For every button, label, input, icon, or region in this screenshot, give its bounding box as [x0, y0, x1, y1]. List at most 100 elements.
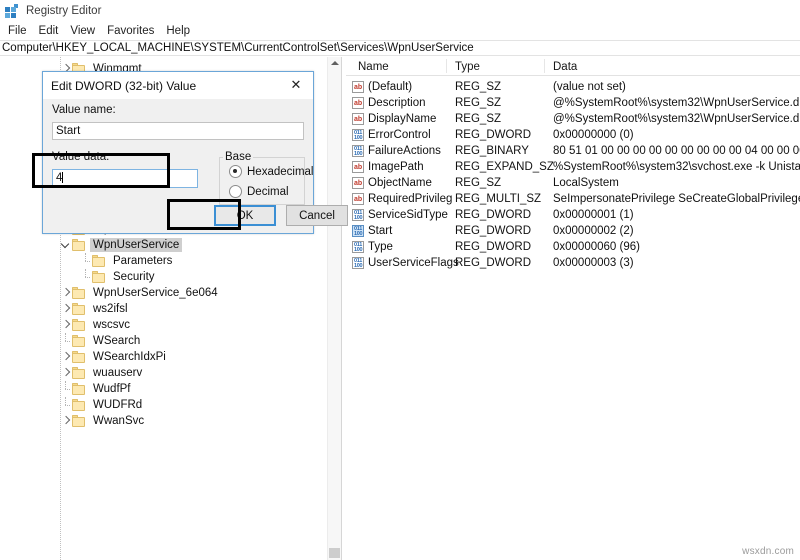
- folder-icon: [72, 399, 86, 411]
- tree-item-label: WSearch: [93, 335, 141, 347]
- menu-bar: File Edit View Favorites Help: [0, 22, 800, 39]
- binary-value-icon: 011 100: [352, 129, 364, 141]
- folder-icon: [72, 303, 86, 315]
- value-row[interactable]: 011 100 FailureActions REG_BINARY 80 51 01 0…: [346, 143, 800, 159]
- registry-path: Computer\HKEY_LOCAL_MACHINE\SYSTEM\Curre…: [2, 42, 474, 54]
- menu-item-help[interactable]: Help: [160, 24, 196, 38]
- binary-value-icon: 011 100: [352, 225, 364, 237]
- tree-item-ws2ifsl[interactable]: ws2ifsl: [60, 301, 131, 317]
- value-row[interactable]: 011 100 Start REG_DWORD 0x00000002 (2): [346, 223, 800, 239]
- menu-item-file[interactable]: File: [2, 24, 33, 38]
- tree-leaf-connector-icon: [80, 253, 92, 269]
- value-data: @%SystemRoot%\system32\WpnUserService.dl…: [553, 97, 800, 109]
- scroll-up-arrow-icon[interactable]: [331, 61, 339, 65]
- radio-decimal-label: Decimal: [247, 185, 289, 198]
- tree-item-wpnuserservice-6e064[interactable]: WpnUserService_6e064: [60, 285, 221, 301]
- menu-item-favorites[interactable]: Favorites: [101, 24, 160, 38]
- value-type: REG_DWORD: [455, 225, 532, 237]
- value-row[interactable]: ab DisplayName REG_SZ @%SystemRoot%\system3…: [346, 111, 800, 127]
- registry-values-panel[interactable]: Name Type Data ab (Default) REG_SZ (value n…: [346, 57, 800, 560]
- value-name-input[interactable]: Start: [52, 122, 304, 140]
- value-name: ErrorControl: [368, 129, 431, 141]
- value-data: 0x00000001 (1): [553, 209, 634, 221]
- value-data: SeImpersonatePrivilege SeCreateGlobalPri…: [553, 193, 800, 205]
- tree-item-label: Security: [113, 271, 155, 283]
- menu-item-edit[interactable]: Edit: [33, 24, 65, 38]
- value-row[interactable]: ab ObjectName REG_SZ LocalSystem: [346, 175, 800, 191]
- tree-vertical-scrollbar[interactable]: [327, 57, 341, 560]
- value-type: REG_EXPAND_SZ: [455, 161, 554, 173]
- chevron-down-icon[interactable]: [60, 237, 72, 253]
- chevron-right-icon[interactable]: [60, 317, 72, 333]
- tree-item-security[interactable]: Security: [80, 269, 158, 285]
- string-value-icon: ab: [352, 193, 364, 205]
- value-row[interactable]: 011 100 ErrorControl REG_DWORD 0x00000000 (0…: [346, 127, 800, 143]
- radio-hexadecimal-icon[interactable]: [229, 165, 242, 178]
- chevron-right-icon[interactable]: [60, 285, 72, 301]
- tree-item-wpnuserservice[interactable]: WpnUserService: [60, 237, 183, 253]
- tree-item-wudfrd[interactable]: WUDFRd: [60, 397, 145, 413]
- address-bar[interactable]: Computer\HKEY_LOCAL_MACHINE\SYSTEM\Curre…: [0, 40, 800, 56]
- folder-icon: [92, 271, 106, 283]
- string-value-icon: ab: [352, 113, 364, 125]
- value-row[interactable]: ab Description REG_SZ @%SystemRoot%\system3…: [346, 95, 800, 111]
- value-type: REG_SZ: [455, 97, 502, 109]
- tree-item-wscsvc[interactable]: wscsvc: [60, 317, 133, 333]
- tree-item-wuauserv[interactable]: wuauserv: [60, 365, 145, 381]
- registry-editor-icon: [5, 3, 19, 18]
- tree-item-wudfpf[interactable]: WudfPf: [60, 381, 134, 397]
- radio-hexadecimal-label: Hexadecimal: [247, 165, 314, 178]
- value-name: Start: [368, 225, 393, 237]
- tree-item-label: wuauserv: [93, 367, 143, 379]
- chevron-right-icon[interactable]: [60, 301, 72, 317]
- value-row[interactable]: ab (Default) REG_SZ (value not set): [346, 79, 800, 95]
- value-row[interactable]: 011 100 Type REG_DWORD 0x00000060 (96): [346, 239, 800, 255]
- edit-dword-dialog[interactable]: Edit DWORD (32-bit) Value ✕ Value name: …: [42, 71, 348, 234]
- close-icon[interactable]: ✕: [279, 72, 313, 98]
- chevron-right-icon[interactable]: [60, 413, 72, 429]
- radio-hexadecimal[interactable]: Hexadecimal: [229, 165, 313, 178]
- value-row[interactable]: 011 100 ServiceSidType REG_DWORD 0x00000001 …: [346, 207, 800, 223]
- value-data-input[interactable]: 4: [52, 169, 198, 188]
- chevron-right-icon[interactable]: [60, 349, 72, 365]
- value-type: REG_SZ: [455, 113, 502, 125]
- column-header-type[interactable]: Type: [455, 59, 480, 75]
- radio-decimal-icon[interactable]: [229, 185, 242, 198]
- value-data: LocalSystem: [553, 177, 619, 189]
- tree-item-label: WudfPf: [93, 383, 131, 395]
- value-data: @%SystemRoot%\system32\WpnUserService.dl…: [553, 113, 800, 125]
- ok-button[interactable]: OK: [214, 205, 276, 226]
- value-data: (value not set): [553, 81, 626, 93]
- column-divider[interactable]: [544, 59, 545, 73]
- column-divider[interactable]: [446, 59, 447, 73]
- tree-item-wsearchidxpi[interactable]: WSearchIdxPi: [60, 349, 169, 365]
- value-type: REG_DWORD: [455, 257, 532, 269]
- value-name: FailureActions: [368, 145, 441, 157]
- value-row[interactable]: 011 100 UserServiceFlags REG_DWORD 0x0000000…: [346, 255, 800, 271]
- dialog-titlebar: Edit DWORD (32-bit) Value ✕: [43, 72, 313, 99]
- value-row[interactable]: ab ImagePath REG_EXPAND_SZ %SystemRoot%\sys…: [346, 159, 800, 175]
- value-name: Type: [368, 241, 393, 253]
- tree-item-wsearch[interactable]: WSearch: [60, 333, 143, 349]
- value-row[interactable]: ab RequiredPrivileg REG_MULTI_SZ SeImperson…: [346, 191, 800, 207]
- window-titlebar: Registry Editor: [0, 0, 800, 21]
- tree-item-label: WpnUserService: [90, 238, 183, 252]
- value-name: ObjectName: [368, 177, 432, 189]
- folder-icon: [92, 255, 106, 267]
- values-column-header[interactable]: Name Type Data: [346, 57, 800, 76]
- scroll-down-arrow-icon[interactable]: [329, 548, 340, 558]
- chevron-right-icon[interactable]: [60, 365, 72, 381]
- column-header-data[interactable]: Data: [553, 59, 577, 75]
- panel-splitter[interactable]: [341, 57, 345, 560]
- tree-item-parameters[interactable]: Parameters: [80, 253, 175, 269]
- cancel-button[interactable]: Cancel: [286, 205, 348, 226]
- value-data: %SystemRoot%\system32\svchost.exe -k Uni…: [553, 161, 800, 173]
- menu-item-view[interactable]: View: [64, 24, 101, 38]
- tree-leaf-connector-icon: [60, 381, 72, 397]
- binary-value-icon: 011 100: [352, 241, 364, 253]
- value-type: REG_SZ: [455, 81, 502, 93]
- column-header-name[interactable]: Name: [358, 59, 389, 75]
- value-type: REG_DWORD: [455, 129, 532, 141]
- tree-item-wwansvc[interactable]: WwanSvc: [60, 413, 147, 429]
- radio-decimal[interactable]: Decimal: [229, 185, 289, 198]
